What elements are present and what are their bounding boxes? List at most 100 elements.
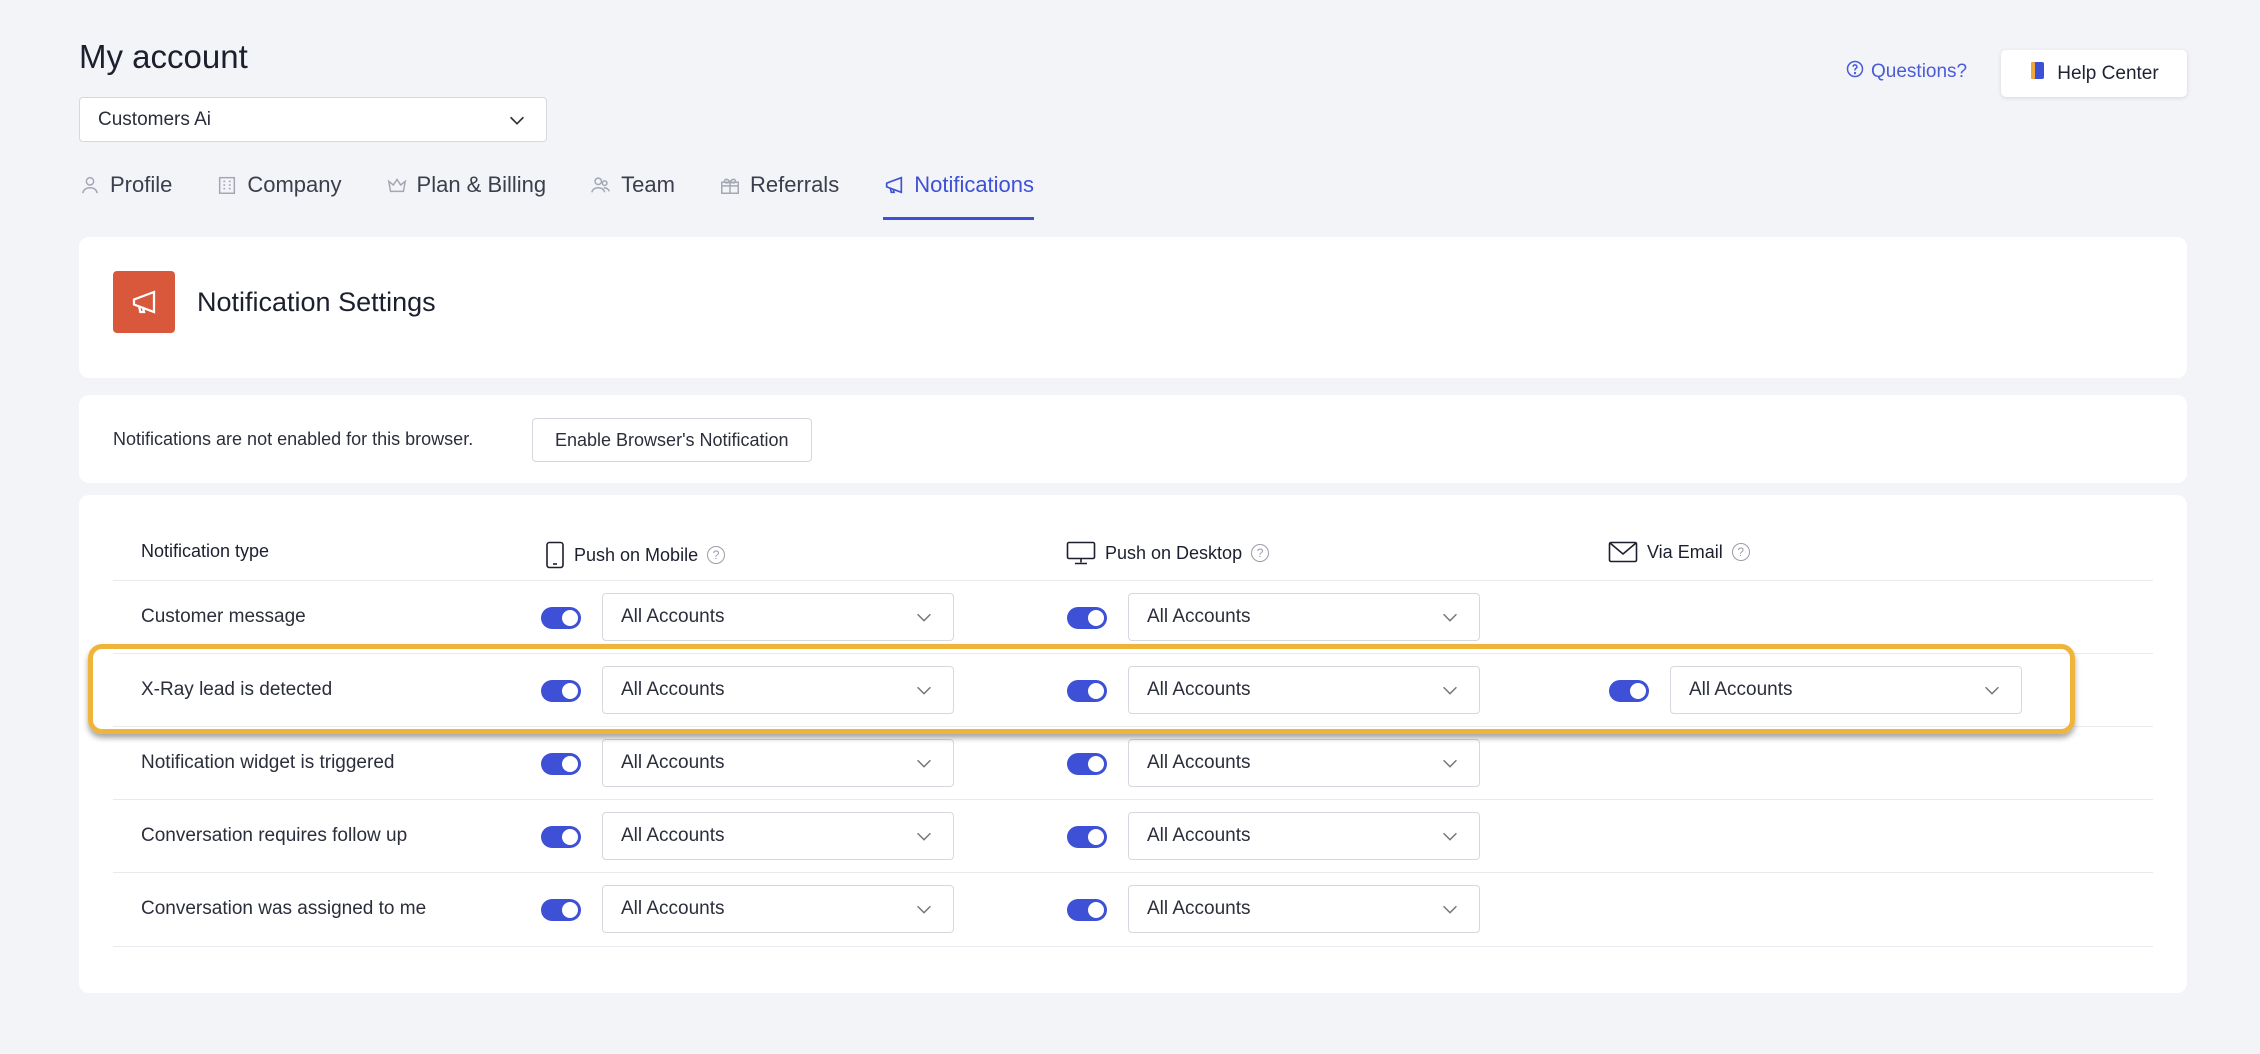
column-header-type: Notification type [141,541,269,562]
column-header-label: Via Email [1647,541,1723,562]
tab-label: Notifications [914,172,1035,197]
desktop-toggle[interactable] [1067,899,1107,921]
select-value: All Accounts [1147,606,1251,627]
table-row: Notification widget is triggered All Acc… [113,726,2153,800]
column-header-label: Push on Mobile [574,544,699,565]
mobile-account-select[interactable]: All Accounts [602,593,954,641]
tab-team[interactable]: Team [590,172,675,220]
account-tabs: Profile Company Plan & Billing Team Refe… [79,172,1078,222]
tab-label: Team [621,172,675,197]
team-icon [590,174,612,196]
chevron-down-icon [913,825,935,847]
account-select[interactable]: Customers Ai [79,97,547,142]
mobile-toggle[interactable] [541,753,581,775]
chevron-down-icon [1981,679,2003,701]
column-header-email: Via Email ? [1608,541,1750,563]
table-row: X-Ray lead is detected All Accounts All … [113,653,2153,727]
browser-notice-text: Notifications are not enabled for this b… [113,429,474,449]
notification-settings-card: Notification Settings [79,237,2187,378]
help-center-button[interactable]: Help Center [2001,50,2187,97]
select-value: All Accounts [621,825,725,846]
notification-table: Notification type Push on Mobile ? Push … [79,495,2187,993]
table-row: Conversation was assigned to me All Acco… [113,872,2153,947]
desktop-toggle[interactable] [1067,607,1107,629]
select-value: All Accounts [1147,825,1251,846]
mobile-toggle[interactable] [541,899,581,921]
column-header-mobile: Push on Mobile ? [545,541,726,569]
account-select-value: Customers Ai [98,108,211,130]
help-circle-icon[interactable]: ? [1731,543,1750,561]
page-title: My account [79,38,248,75]
chevron-down-icon [913,606,935,628]
chevron-down-icon [913,898,935,920]
tab-notifications[interactable]: Notifications [883,172,1035,220]
mobile-account-select[interactable]: All Accounts [602,739,954,787]
tab-label: Referrals [749,172,840,197]
tab-label: Company [247,172,342,197]
desktop-account-select[interactable]: All Accounts [1128,593,1480,641]
select-value: All Accounts [1147,752,1251,773]
column-header-label: Push on Desktop [1105,542,1243,563]
tab-profile[interactable]: Profile [79,172,172,220]
desktop-account-select[interactable]: All Accounts [1128,812,1480,860]
desktop-account-select[interactable]: All Accounts [1128,885,1480,933]
mobile-account-select[interactable]: All Accounts [602,666,954,714]
building-icon [216,174,238,196]
gift-icon [719,174,741,196]
desktop-toggle[interactable] [1067,826,1107,848]
tab-label: Profile [110,172,173,197]
megaphone-icon [883,174,905,196]
chevron-down-icon [913,679,935,701]
column-header-label: Notification type [141,541,270,561]
column-header-desktop: Push on Desktop ? [1066,541,1270,565]
question-circle-icon [1846,60,1864,84]
select-value: All Accounts [1147,898,1251,919]
select-value: All Accounts [621,752,725,773]
chevron-down-icon [1439,825,1461,847]
mobile-toggle[interactable] [541,607,581,629]
chevron-down-icon [1439,679,1461,701]
tab-label: Plan & Billing [416,172,547,197]
help-circle-icon[interactable]: ? [707,546,726,564]
desktop-toggle[interactable] [1067,680,1107,702]
mobile-account-select[interactable]: All Accounts [602,885,954,933]
chevron-down-icon [913,752,935,774]
notification-settings-title: Notification Settings [197,287,436,317]
desktop-icon [1066,541,1096,565]
table-row: Conversation requires follow up All Acco… [113,799,2153,873]
enable-browser-notification-button[interactable]: Enable Browser's Notification [532,418,812,462]
chevron-down-icon [506,109,528,131]
chevron-down-icon [1439,752,1461,774]
user-icon [79,174,101,196]
notification-type-label: Conversation requires follow up [141,825,408,846]
tab-company[interactable]: Company [216,172,342,220]
megaphone-icon [113,271,175,333]
questions-link[interactable]: Questions? [1846,60,1967,84]
book-icon [2029,61,2047,87]
mail-icon [1608,541,1638,563]
tab-plan-billing[interactable]: Plan & Billing [386,172,547,220]
email-account-select[interactable]: All Accounts [1670,666,2022,714]
mobile-toggle[interactable] [541,826,581,848]
help-center-label: Help Center [2057,62,2159,84]
email-toggle[interactable] [1609,680,1649,702]
select-value: All Accounts [1147,679,1251,700]
notification-type-label: X-Ray lead is detected [141,679,333,700]
select-value: All Accounts [621,679,725,700]
questions-label: Questions? [1871,61,1968,82]
mobile-account-select[interactable]: All Accounts [602,812,954,860]
mobile-toggle[interactable] [541,680,581,702]
select-value: All Accounts [621,898,725,919]
tab-referrals[interactable]: Referrals [719,172,839,220]
chevron-down-icon [1439,898,1461,920]
notification-type-label: Conversation was assigned to me [141,898,427,919]
select-value: All Accounts [621,606,725,627]
mobile-icon [545,541,565,569]
desktop-account-select[interactable]: All Accounts [1128,739,1480,787]
crown-icon [386,174,408,196]
desktop-toggle[interactable] [1067,753,1107,775]
help-circle-icon[interactable]: ? [1251,544,1270,562]
desktop-account-select[interactable]: All Accounts [1128,666,1480,714]
select-value: All Accounts [1689,679,1793,700]
browser-notice-card: Notifications are not enabled for this b… [79,395,2187,483]
